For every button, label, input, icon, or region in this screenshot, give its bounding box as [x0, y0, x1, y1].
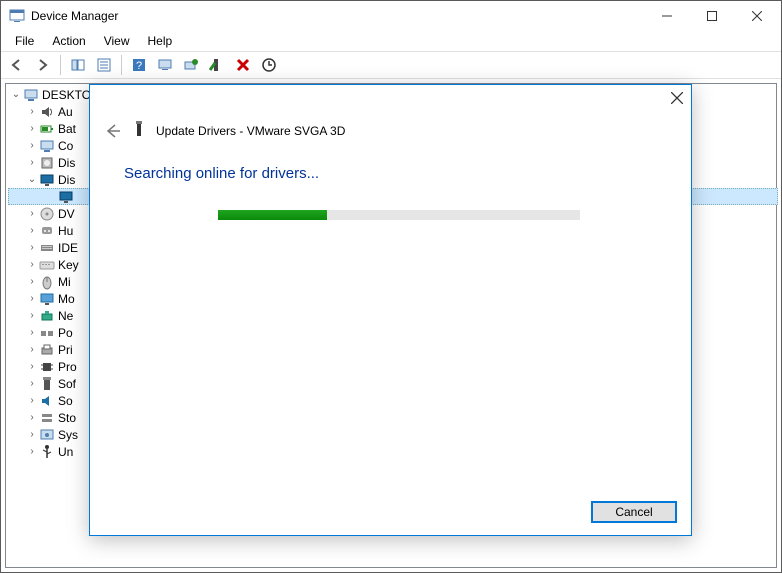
tree-item-label: Mo [58, 292, 75, 306]
tree-twisty[interactable]: › [26, 106, 38, 117]
tree-twisty[interactable]: › [26, 208, 38, 219]
keyboard-icon [39, 257, 55, 273]
tree-twisty[interactable]: › [26, 327, 38, 338]
computer-icon [39, 138, 55, 154]
menu-view[interactable]: View [96, 32, 138, 50]
svg-text:?: ? [136, 60, 142, 72]
toolbar: ? [1, 51, 781, 79]
software-icon [39, 376, 55, 392]
audio-icon [39, 104, 55, 120]
tree-twisty[interactable]: › [26, 293, 38, 304]
maximize-button[interactable] [689, 1, 734, 30]
dialog-title: Update Drivers - VMware SVGA 3D [156, 124, 345, 138]
menu-action[interactable]: Action [44, 32, 93, 50]
menubar: File Action View Help [1, 31, 781, 51]
tree-twisty[interactable]: › [26, 446, 38, 457]
display-icon [58, 189, 74, 205]
printq-icon [39, 342, 55, 358]
show-hide-tree-button[interactable] [66, 53, 90, 77]
minimize-button[interactable] [644, 1, 689, 30]
monitor-icon [39, 291, 55, 307]
dialog-device-icon [132, 121, 148, 142]
progress-fill [218, 210, 327, 220]
update-drivers-dialog: Update Drivers - VMware SVGA 3D Searchin… [89, 84, 692, 536]
forward-button[interactable] [31, 53, 55, 77]
update-driver-button[interactable] [179, 53, 203, 77]
menu-help[interactable]: Help [140, 32, 181, 50]
tree-twisty[interactable]: › [26, 395, 38, 406]
tree-twisty[interactable]: › [26, 259, 38, 270]
tree-twisty[interactable]: › [26, 429, 38, 440]
tree-twisty[interactable]: › [26, 412, 38, 423]
ide-icon [39, 240, 55, 256]
usb-icon [39, 444, 55, 460]
dvd-icon [39, 206, 55, 222]
tree-item-label: DV [58, 207, 75, 221]
tree-twisty[interactable]: › [26, 378, 38, 389]
toolbar-icon-5[interactable] [153, 53, 177, 77]
tree-item-label: Dis [58, 156, 75, 170]
scan-hardware-button[interactable] [257, 53, 281, 77]
dialog-close-icon[interactable] [671, 91, 683, 109]
tree-item-label: Sof [58, 377, 76, 391]
tree-twisty[interactable]: › [26, 123, 38, 134]
window-controls [644, 1, 779, 30]
tree-item-label: Mi [58, 275, 71, 289]
tree-item-label: Pro [58, 360, 77, 374]
tree-item-label: Ne [58, 309, 73, 323]
tree-twisty[interactable]: › [26, 225, 38, 236]
tree-item-label: Dis [58, 173, 75, 187]
app-icon [9, 8, 25, 24]
back-button[interactable] [5, 53, 29, 77]
tree-twisty[interactable]: › [26, 310, 38, 321]
tree-twisty[interactable]: › [26, 344, 38, 355]
tree-item-label: Pri [58, 343, 73, 357]
tree-twisty[interactable]: › [26, 157, 38, 168]
system-icon [39, 427, 55, 443]
window-title: Device Manager [31, 9, 644, 23]
tree-item-label: Co [58, 139, 73, 153]
tree-item-label: Hu [58, 224, 73, 238]
ports-icon [39, 325, 55, 341]
progress-bar [218, 210, 580, 220]
tree-item-label: Key [58, 258, 79, 272]
cancel-button[interactable]: Cancel [591, 501, 677, 523]
storage-icon [39, 410, 55, 426]
close-button[interactable] [734, 1, 779, 30]
tree-twisty[interactable]: › [26, 276, 38, 287]
tree-twisty[interactable]: › [26, 140, 38, 151]
tree-twisty[interactable]: › [26, 242, 38, 253]
computer-icon [23, 87, 39, 103]
titlebar: Device Manager [1, 1, 781, 31]
hid-icon [39, 223, 55, 239]
tree-item-label: IDE [58, 241, 78, 255]
menu-file[interactable]: File [7, 32, 42, 50]
tree-root-label: DESKTO [42, 88, 91, 102]
mouse-icon [39, 274, 55, 290]
processor-icon [39, 359, 55, 375]
tree-item-label: Un [58, 445, 73, 459]
disk-icon [39, 155, 55, 171]
tree-item-label: Sys [58, 428, 78, 442]
dialog-headline: Searching online for drivers... [124, 165, 657, 182]
tree-item-label: Sto [58, 411, 76, 425]
battery-icon [39, 121, 55, 137]
tree-item-label: Po [58, 326, 73, 340]
tree-item-label: Bat [58, 122, 76, 136]
tree-twisty[interactable]: › [26, 361, 38, 372]
uninstall-device-button[interactable] [231, 53, 255, 77]
help-button[interactable]: ? [127, 53, 151, 77]
sound-icon [39, 393, 55, 409]
network-icon [39, 308, 55, 324]
properties-button[interactable] [92, 53, 116, 77]
display-icon [39, 172, 55, 188]
dialog-back-button[interactable] [98, 119, 126, 143]
tree-twisty[interactable]: ⌄ [26, 174, 38, 185]
enable-device-button[interactable] [205, 53, 229, 77]
tree-item-label: So [58, 394, 73, 408]
tree-item-label: Au [58, 105, 73, 119]
